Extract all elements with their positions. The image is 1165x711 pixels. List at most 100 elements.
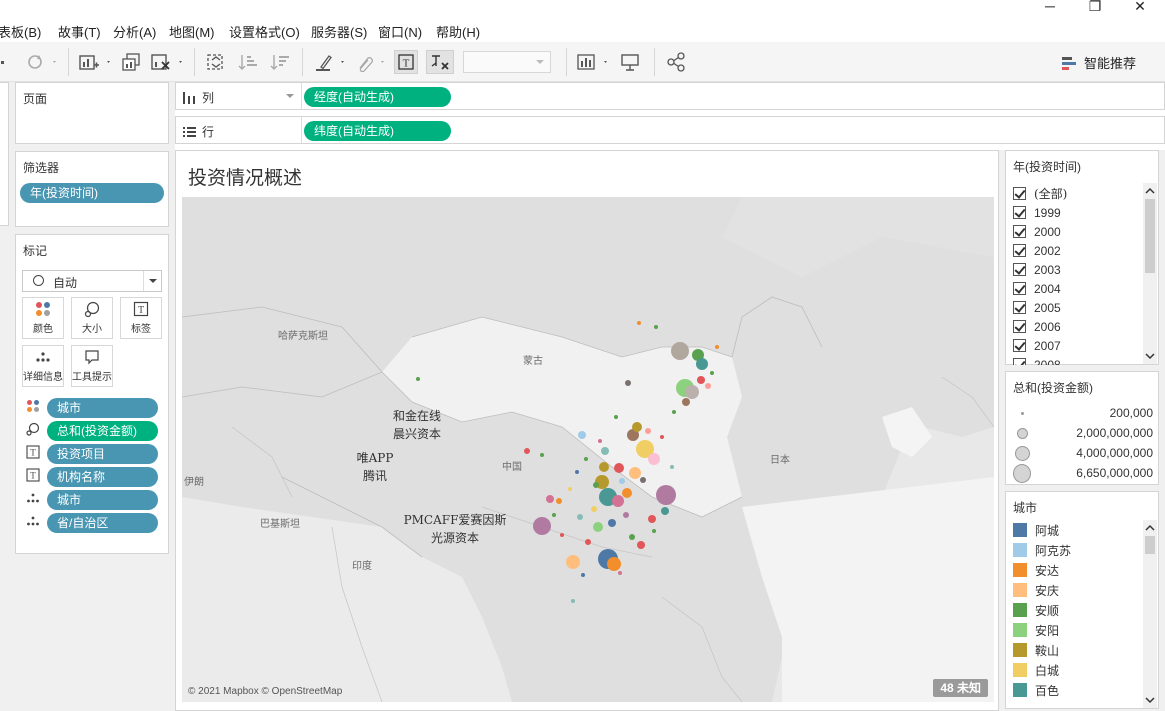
rows-pill-latitude[interactable]: 纬度(自动生成) (304, 121, 451, 141)
color-swatch (1013, 523, 1027, 537)
year-filter-item-clipped[interactable]: 2008 (1006, 356, 1144, 365)
tooltip-button[interactable]: 工具提示 (71, 345, 113, 387)
city-legend-label: 安阳 (1035, 623, 1060, 638)
refresh-icon[interactable] (24, 50, 60, 74)
swap-rows-columns-icon[interactable] (204, 50, 228, 74)
city-legend-item[interactable]: 安阳 (1013, 620, 1059, 640)
color-swatch (1013, 643, 1027, 657)
mark-field-city-detail[interactable]: 城市 (47, 490, 158, 510)
year-filter-item[interactable]: 2000 (1013, 222, 1061, 241)
color-swatch (1013, 543, 1027, 557)
city-legend-item[interactable]: 安顺 (1013, 600, 1059, 620)
city-legend-item[interactable]: 鞍山 (1013, 640, 1059, 660)
map-annotation: PMCAFF爱赛因斯 光源资本 (403, 513, 507, 545)
city-legend-item[interactable]: 白城 (1013, 660, 1059, 680)
map-bubble (533, 517, 551, 535)
mark-field-project[interactable]: 投资项目 (47, 444, 158, 464)
year-filter-item[interactable]: 2003 (1013, 260, 1061, 279)
menu-map[interactable]: 地图(M) (169, 22, 215, 41)
menu-analysis[interactable]: 分析(A) (113, 22, 156, 41)
checkbox-checked-icon (1013, 339, 1026, 352)
map-view[interactable]: 哈萨克斯坦 蒙古 中国 伊朗 巴基斯坦 印度 日本 和金在线 晨兴资本 唯APP… (182, 197, 994, 702)
sort-descending-icon[interactable] (268, 50, 292, 74)
map-bubble (645, 428, 651, 434)
close-icon[interactable]: ✕ (1129, 0, 1151, 14)
city-legend-item[interactable]: 百色 (1013, 680, 1059, 700)
city-legend-item[interactable]: 阿克苏 (1013, 540, 1071, 560)
show-me-chart-icon[interactable] (576, 50, 612, 74)
year-filter-item[interactable]: 2006 (1013, 317, 1061, 336)
unknown-locations-badge[interactable]: 48 未知 (933, 679, 988, 697)
label-field-icon: T (26, 445, 44, 463)
menu-server[interactable]: 服务器(S) (311, 22, 367, 41)
year-filter-item[interactable]: 2007 (1013, 336, 1061, 355)
menu-window[interactable]: 窗口(N) (378, 22, 422, 41)
presentation-mode-icon[interactable] (618, 50, 642, 74)
year-filter-card: 年(投资时间) (全部) 1999 2000 2002 2003 2004 20… (1005, 150, 1159, 365)
year-filter-item[interactable]: 2004 (1013, 279, 1061, 298)
color-swatch (1013, 583, 1027, 597)
columns-shelf-label: 列 (182, 89, 214, 106)
map-bubble (648, 515, 656, 523)
duplicate-sheet-icon[interactable] (120, 50, 142, 74)
columns-dropdown-arrow[interactable] (286, 94, 294, 102)
minimize-icon[interactable]: ─ (1039, 0, 1061, 14)
rows-shelf[interactable]: 行 纬度(自动生成) (175, 116, 1165, 144)
smart-recommend-button[interactable]: 智能推荐 (1062, 53, 1136, 72)
mark-type-select[interactable]: 自动 (22, 270, 162, 292)
detail-button[interactable]: 详细信息 (22, 345, 64, 387)
columns-shelf[interactable]: 列 经度(自动生成) (175, 82, 1165, 110)
fix-axes-icon[interactable] (426, 50, 454, 74)
map-bubble (601, 447, 609, 455)
share-icon[interactable] (664, 50, 688, 74)
city-legend-item[interactable]: 安庆 (1013, 580, 1059, 600)
map-bubble (524, 448, 530, 454)
sort-ascending-icon[interactable] (236, 50, 260, 74)
size-button[interactable]: 大小 (71, 297, 113, 339)
columns-pill-longitude[interactable]: 经度(自动生成) (304, 87, 451, 107)
size-label: 大小 (82, 324, 102, 335)
label-button[interactable]: T 标签 (120, 297, 162, 339)
highlight-icon[interactable] (312, 50, 348, 74)
checkbox-checked-icon (1013, 263, 1026, 276)
restore-icon[interactable]: ❐ (1084, 0, 1106, 14)
map-label-iran: 伊朗 (184, 477, 204, 488)
map-bubble (625, 380, 631, 386)
mark-field-sum-investment[interactable]: 总和(投资金额) (47, 421, 158, 441)
menu-format[interactable]: 设置格式(O) (229, 22, 300, 41)
mark-field-city-color[interactable]: 城市 (47, 398, 158, 418)
map-bubble (715, 345, 719, 349)
year-filter-item[interactable]: 2005 (1013, 298, 1061, 317)
year-filter-scrollbar[interactable] (1143, 183, 1157, 364)
map-bubble (599, 462, 609, 472)
menu-dashboard[interactable]: 表板(B) (0, 22, 41, 41)
show-mark-labels-icon[interactable]: T (394, 50, 418, 74)
year-filter-item[interactable]: (全部) (1013, 184, 1067, 203)
clear-sheet-icon[interactable] (150, 50, 186, 74)
checkbox-checked-icon (1013, 282, 1026, 295)
mark-field-institution[interactable]: 机构名称 (47, 467, 158, 487)
color-button[interactable]: 颜色 (22, 297, 64, 339)
pages-card[interactable]: 页面 (15, 82, 169, 144)
fit-dropdown[interactable] (463, 51, 551, 73)
city-legend-scrollbar[interactable] (1143, 520, 1157, 708)
new-worksheet-icon[interactable] (78, 50, 114, 74)
map-bubble (416, 377, 420, 381)
city-legend-item[interactable]: 阿城 (1013, 520, 1059, 540)
group-members-icon[interactable] (352, 50, 388, 74)
filters-card[interactable]: 筛选器 年(投资时间) (15, 151, 169, 227)
city-legend-label: 阿城 (1035, 523, 1060, 538)
map-label-kazakhstan: 哈萨克斯坦 (278, 331, 328, 342)
year-filter-item[interactable]: 2002 (1013, 241, 1061, 260)
city-legend-label: 安庆 (1035, 583, 1060, 598)
menu-help[interactable]: 帮助(H) (436, 22, 480, 41)
menu-story[interactable]: 故事(T) (58, 22, 101, 41)
checkbox-checked-icon (1013, 225, 1026, 238)
city-legend-item[interactable]: 安达 (1013, 560, 1059, 580)
label-field-icon: T (26, 468, 44, 486)
rows-shelf-label: 行 (182, 123, 214, 140)
detail-field-icon (26, 491, 44, 509)
mark-field-province[interactable]: 省/自治区 (47, 513, 158, 533)
filter-pill-year[interactable]: 年(投资时间) (20, 183, 164, 203)
year-filter-item[interactable]: 1999 (1013, 203, 1061, 222)
